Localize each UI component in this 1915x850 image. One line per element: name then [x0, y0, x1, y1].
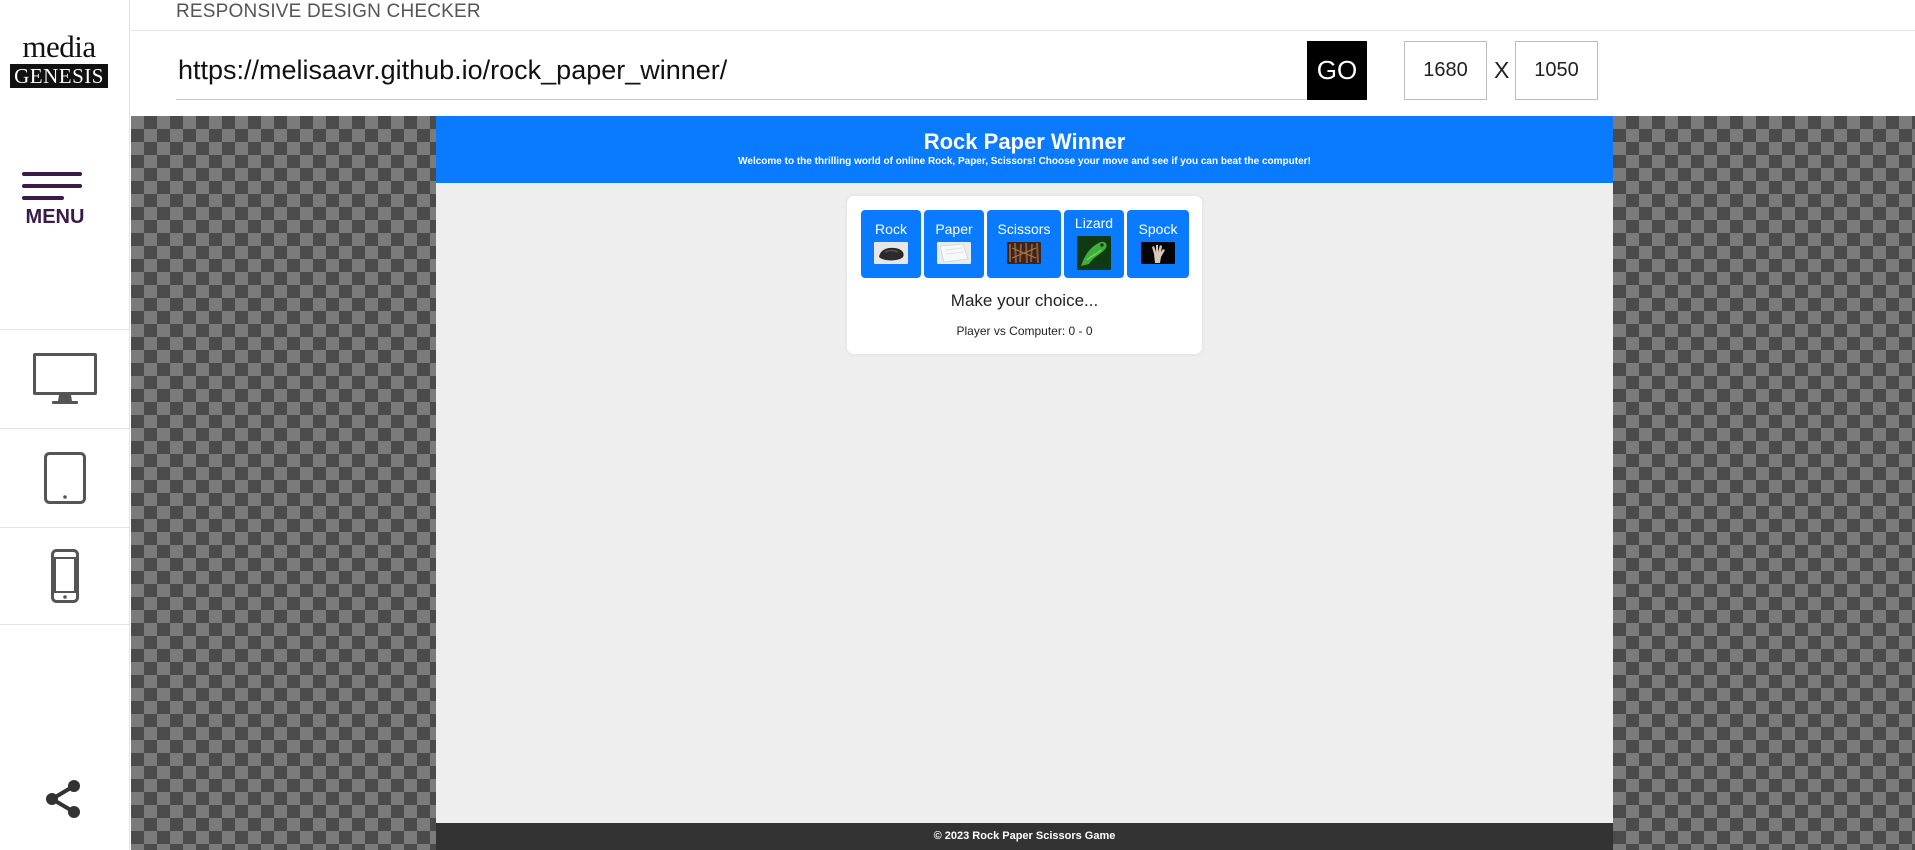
choice-rock-button[interactable]: Rock: [861, 210, 921, 278]
game-subtitle: Welcome to the thrilling world of online…: [738, 156, 1311, 167]
choice-scissors-button[interactable]: Scissors: [987, 210, 1061, 278]
paper-icon: [937, 242, 971, 264]
choice-lizard-button[interactable]: Lizard: [1064, 210, 1124, 278]
choice-label: Scissors: [997, 221, 1051, 237]
choice-label: Paper: [935, 221, 973, 237]
preview-frame[interactable]: Rock Paper Winner Welcome to the thrilli…: [436, 116, 1613, 850]
game-card: Rock Paper Scissors Lizard Spock Make yo…: [847, 196, 1202, 354]
dimension-separator: X: [1494, 57, 1510, 83]
hamburger-icon: [22, 172, 88, 200]
score-display: Player vs Computer: 0 - 0: [956, 324, 1093, 338]
menu-button[interactable]: MENU: [22, 172, 88, 229]
logo-line-1: media: [22, 29, 96, 64]
desktop-icon: [33, 352, 97, 404]
tablet-view-button[interactable]: [0, 428, 130, 526]
url-input[interactable]: [176, 42, 1306, 100]
tablet-icon: [44, 451, 86, 504]
logo-line-2: GENESIS: [10, 64, 108, 88]
sidebar: media GENESIS MENU: [0, 0, 130, 850]
scissors-icon: [1007, 242, 1041, 264]
choice-label: Spock: [1138, 221, 1178, 237]
choice-spock-button[interactable]: Spock: [1127, 210, 1189, 278]
width-input[interactable]: [1404, 41, 1487, 100]
go-button[interactable]: GO: [1307, 41, 1367, 100]
height-input[interactable]: [1515, 41, 1598, 100]
share-button[interactable]: [42, 778, 84, 825]
lizard-icon: [1077, 236, 1111, 270]
menu-label: MENU: [25, 206, 85, 228]
topbar-divider: [131, 30, 1915, 31]
game-header: Rock Paper Winner Welcome to the thrilli…: [436, 116, 1613, 183]
phone-icon: [51, 549, 79, 603]
choice-paper-button[interactable]: Paper: [924, 210, 984, 278]
game-status: Make your choice...: [950, 291, 1099, 310]
share-icon: [46, 780, 80, 818]
game-title: Rock Paper Winner: [923, 129, 1126, 154]
choice-label: Rock: [875, 221, 907, 237]
media-genesis-logo[interactable]: media GENESIS: [10, 29, 108, 88]
choice-label: Lizard: [1074, 215, 1114, 231]
app-title: RESPONSIVE DESIGN CHECKER: [176, 1, 481, 22]
game-footer: © 2023 Rock Paper Scissors Game: [436, 823, 1613, 850]
phone-view-button[interactable]: [0, 527, 130, 625]
spock-hand-icon: [1141, 242, 1175, 264]
desktop-view-button[interactable]: [0, 329, 130, 427]
rock-icon: [874, 242, 908, 264]
